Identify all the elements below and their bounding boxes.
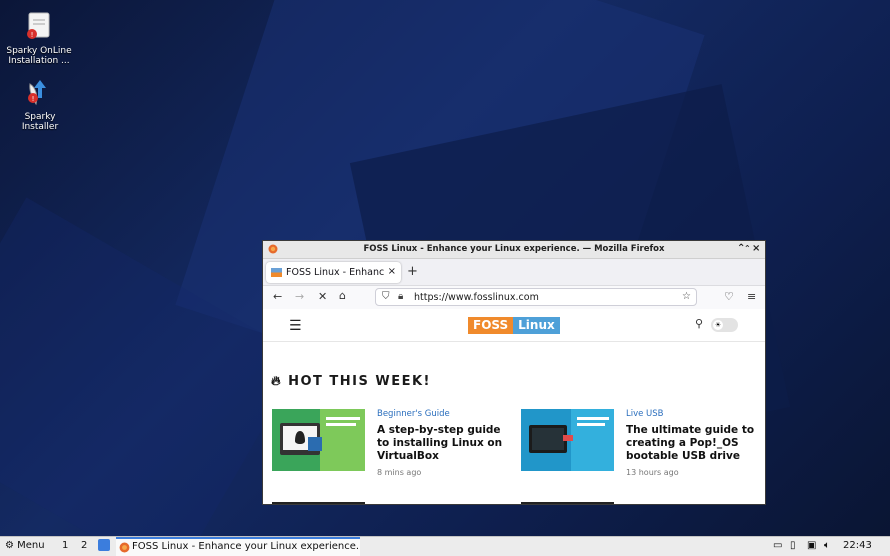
search-icon[interactable]: ⚲ [695, 317, 703, 330]
logo-linux: Linux [513, 317, 560, 334]
article-card[interactable]: Live USB The ultimate guide to creating … [521, 409, 761, 479]
show-desktop-icon[interactable] [98, 539, 110, 551]
clock[interactable]: 22:43 [843, 540, 872, 551]
lock-icon[interactable]: 🔒︎ [398, 291, 403, 302]
article-thumbnail-partial [521, 502, 614, 504]
hamburger-menu-icon[interactable]: ☰ [289, 318, 302, 334]
window-titlebar[interactable]: FOSS Linux - Enhance your Linux experien… [263, 241, 765, 259]
close-window-button[interactable]: × [752, 243, 760, 254]
taskbar: ⚙ Menu 1 2 FOSS Linux - Enhance your Lin… [0, 536, 890, 556]
bookmark-star-icon[interactable]: ☆ [682, 291, 691, 302]
menu-label: Menu [17, 540, 45, 551]
section-title: HOT THIS WEEK! [288, 374, 431, 389]
desktop-icon-label: Sparky Installer [21, 112, 59, 132]
update-icon[interactable]: ▣ [807, 540, 816, 551]
firefox-window: FOSS Linux - Enhance your Linux experien… [262, 240, 766, 505]
site-header: ☰ FOSS Linux ⚲ ☀ [263, 309, 765, 342]
section-heading: 🔥︎ HOT THIS WEEK! [271, 374, 431, 389]
url-text[interactable]: https://www.fosslinux.com [414, 292, 539, 303]
logo-foss: FOSS [468, 317, 514, 334]
desktop-icon-installer[interactable]: ! Sparky Installer [5, 78, 75, 132]
installer-online-icon: ! [27, 12, 50, 39]
maximize-button[interactable]: ⌃ [744, 244, 751, 253]
browser-tab[interactable]: FOSS Linux - Enhance × [266, 262, 401, 283]
home-icon[interactable]: ⌂ [339, 289, 346, 302]
window-title: FOSS Linux - Enhance your Linux experien… [363, 244, 665, 254]
gear-icon: ⚙ [5, 540, 14, 551]
workspace-1-button[interactable]: 1 [62, 540, 68, 551]
site-logo[interactable]: FOSS Linux [468, 317, 560, 334]
article-thumbnail[interactable] [521, 409, 614, 471]
url-bar[interactable]: ⛉ 🔒︎ https://www.fosslinux.com ☆ [375, 288, 697, 306]
svg-text:!: ! [32, 95, 35, 103]
fire-icon: 🔥︎ [271, 374, 283, 389]
article-thumbnail[interactable] [272, 409, 365, 471]
task-label: FOSS Linux - Enhance your Linux experien… [132, 541, 358, 552]
volume-icon[interactable]: 🔈︎ [824, 540, 830, 551]
article-card[interactable]: Beginner's Guide A step-by-step guide to… [272, 409, 512, 479]
clipboard-icon[interactable]: ▯ [790, 540, 796, 551]
dark-mode-toggle[interactable]: ☀ [711, 318, 738, 332]
article-time: 13 hours ago [626, 468, 679, 477]
screen-icon[interactable]: ▭ [773, 540, 782, 551]
stop-icon[interactable]: ✕ [318, 290, 327, 303]
article-title[interactable]: A step-by-step guide to installing Linux… [377, 424, 507, 463]
site-favicon-icon [271, 268, 282, 277]
tab-label: FOSS Linux - Enhance [286, 267, 384, 278]
installer-icon: ! [28, 80, 46, 106]
new-tab-button[interactable]: + [407, 264, 418, 279]
sun-icon: ☀ [713, 320, 723, 330]
article-time: 8 mins ago [377, 468, 422, 477]
navigation-toolbar: ← → ✕ ⌂ ⛉ 🔒︎ https://www.fosslinux.com ☆… [263, 286, 765, 310]
desktop-icon-label: Sparky OnLine Installation ... [6, 46, 72, 66]
app-menu-icon[interactable]: ≡ [747, 290, 756, 303]
web-page: ☰ FOSS Linux ⚲ ☀ 🔥︎ HOT THIS WEEK! Begin… [263, 309, 765, 504]
article-category[interactable]: Beginner's Guide [377, 409, 450, 419]
article-title[interactable]: The ultimate guide to creating a Pop!_OS… [626, 424, 756, 463]
shield-icon[interactable]: ⛉ [382, 291, 390, 302]
desktop-icon-online-installer[interactable]: ! Sparky OnLine Installation ... [4, 12, 74, 66]
article-category[interactable]: Live USB [626, 409, 664, 419]
svg-text:!: ! [31, 31, 34, 39]
forward-icon[interactable]: → [295, 290, 304, 303]
article-thumbnail-partial [272, 502, 365, 504]
back-icon[interactable]: ← [273, 290, 282, 303]
firefox-icon [119, 542, 130, 553]
tab-strip: FOSS Linux - Enhance × + [263, 259, 765, 286]
task-firefox[interactable]: FOSS Linux - Enhance your Linux experien… [116, 537, 360, 556]
pocket-icon[interactable]: ♡ [724, 290, 734, 303]
tab-close-button[interactable]: × [388, 266, 396, 277]
menu-button[interactable]: ⚙ Menu [5, 540, 45, 551]
workspace-2-button[interactable]: 2 [81, 540, 87, 551]
